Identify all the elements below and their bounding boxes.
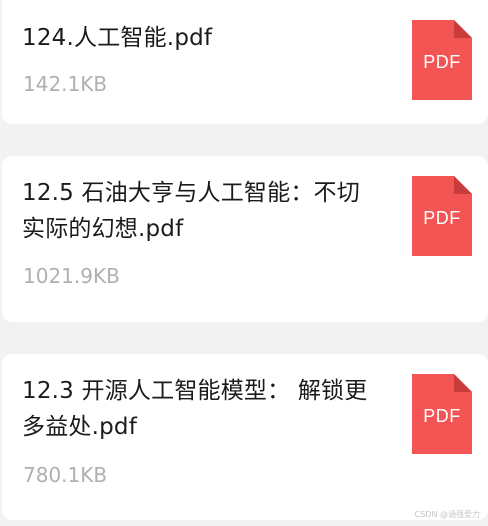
- pdf-file-icon: PDF: [412, 374, 472, 454]
- file-name: 12.5 石油大亨与人工智能：不切实际的幻想.pdf: [22, 180, 360, 242]
- watermark: CSDN @涵强爱力: [414, 510, 480, 519]
- file-size: 1021.9KB: [23, 264, 120, 288]
- file-card[interactable]: 12.3 开源人工智能模型： 解锁更多益处.pdf 780.1KB PDF: [2, 354, 488, 520]
- file-size: 780.1KB: [23, 463, 108, 487]
- pdf-type-label: PDF: [423, 208, 461, 228]
- pdf-type-label: PDF: [423, 406, 461, 426]
- pdf-type-label: PDF: [423, 52, 461, 72]
- file-card[interactable]: 124.人工智能.pdf 142.1KB PDF: [2, 0, 488, 124]
- pdf-file-icon: PDF: [412, 176, 472, 256]
- file-size: 142.1KB: [23, 72, 108, 96]
- file-card[interactable]: 12.5 石油大亨与人工智能：不切实际的幻想.pdf 1021.9KB PDF: [2, 156, 488, 322]
- file-name: 12.3 开源人工智能模型： 解锁更多益处.pdf: [22, 378, 368, 440]
- file-name: 124.人工智能.pdf: [22, 25, 213, 51]
- pdf-file-icon: PDF: [412, 20, 472, 100]
